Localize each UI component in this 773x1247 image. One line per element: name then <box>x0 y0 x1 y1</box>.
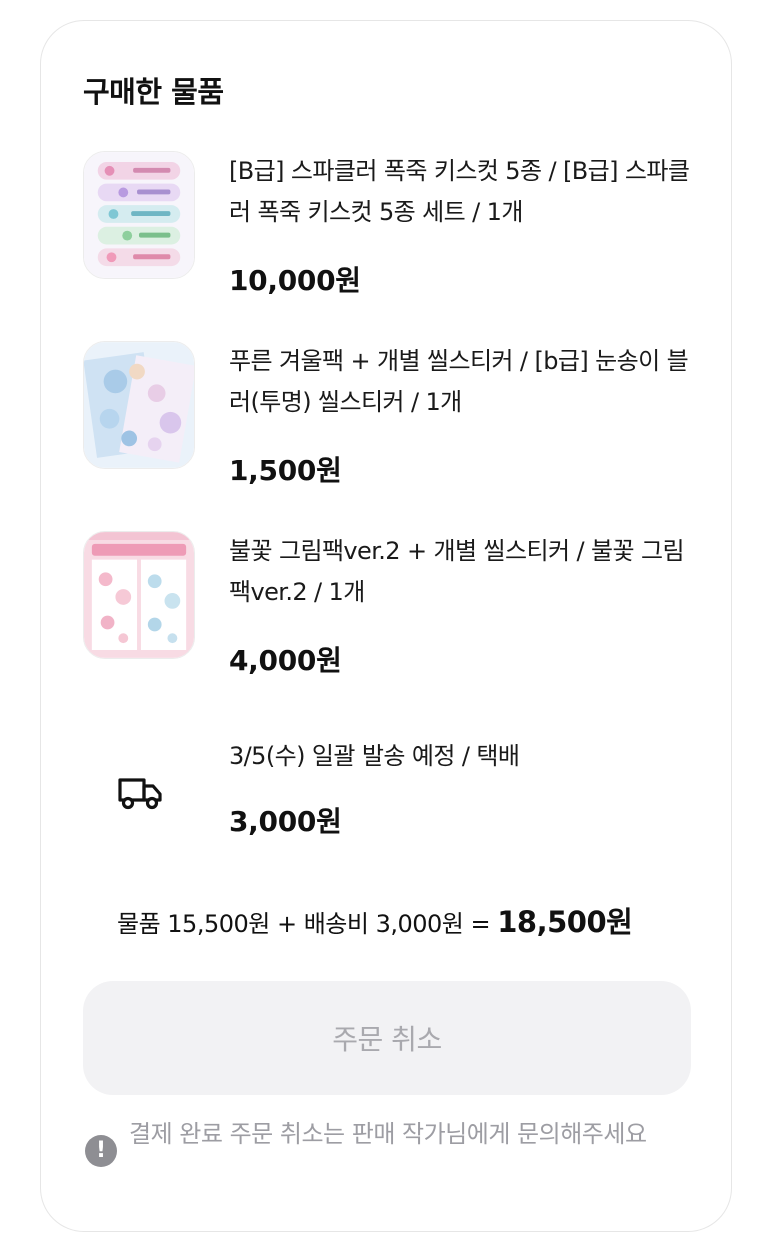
product-thumbnail[interactable] <box>83 341 195 469</box>
product-price: 10,000원 <box>229 264 361 297</box>
flower-pack-sticker-image <box>84 532 194 658</box>
shipping-label: 3/5(수) 일괄 발송 예정 / 택배 <box>229 742 520 770</box>
product-name: 불꽃 그림팩ver.2 + 개별 씰스티커 / 불꽃 그림팩ver.2 / 1개 <box>229 537 685 606</box>
product-thumbnail[interactable] <box>83 531 195 659</box>
sparkler-sticker-image <box>84 152 194 278</box>
truck-icon <box>118 778 162 810</box>
purchased-items-card: 구매한 물품 [B급] 스파클러 폭죽 키스컷 5종 / [B급] 스파클러 폭… <box>40 20 732 1232</box>
summary-total: 18,500원 <box>497 905 633 939</box>
winter-pack-sticker-image <box>84 342 194 468</box>
product-thumbnail[interactable] <box>83 151 195 279</box>
product-name: 푸른 겨울팩 + 개별 씰스티커 / [b급] 눈송이 블러(투명) 씰스티커 … <box>229 347 689 416</box>
summary-breakdown: 물품 15,500원 + 배송비 3,000원 = <box>117 910 498 938</box>
product-name: [B급] 스파클러 폭죽 키스컷 5종 / [B급] 스파클러 폭죽 키스컷 5… <box>229 157 690 226</box>
product-price: 4,000원 <box>229 644 342 677</box>
section-title: 구매한 물품 <box>83 75 224 109</box>
product-price: 1,500원 <box>229 454 342 487</box>
notice-text: 결제 완료 주문 취소는 판매 작가님에게 문의해주세요 <box>129 1120 647 1148</box>
exclamation-icon: ! <box>85 1135 117 1167</box>
cancel-order-button[interactable]: 주문 취소 <box>83 981 691 1095</box>
shipping-price: 3,000원 <box>229 805 342 838</box>
order-summary: 물품 15,500원 + 배송비 3,000원 = 18,500원 <box>117 899 633 941</box>
